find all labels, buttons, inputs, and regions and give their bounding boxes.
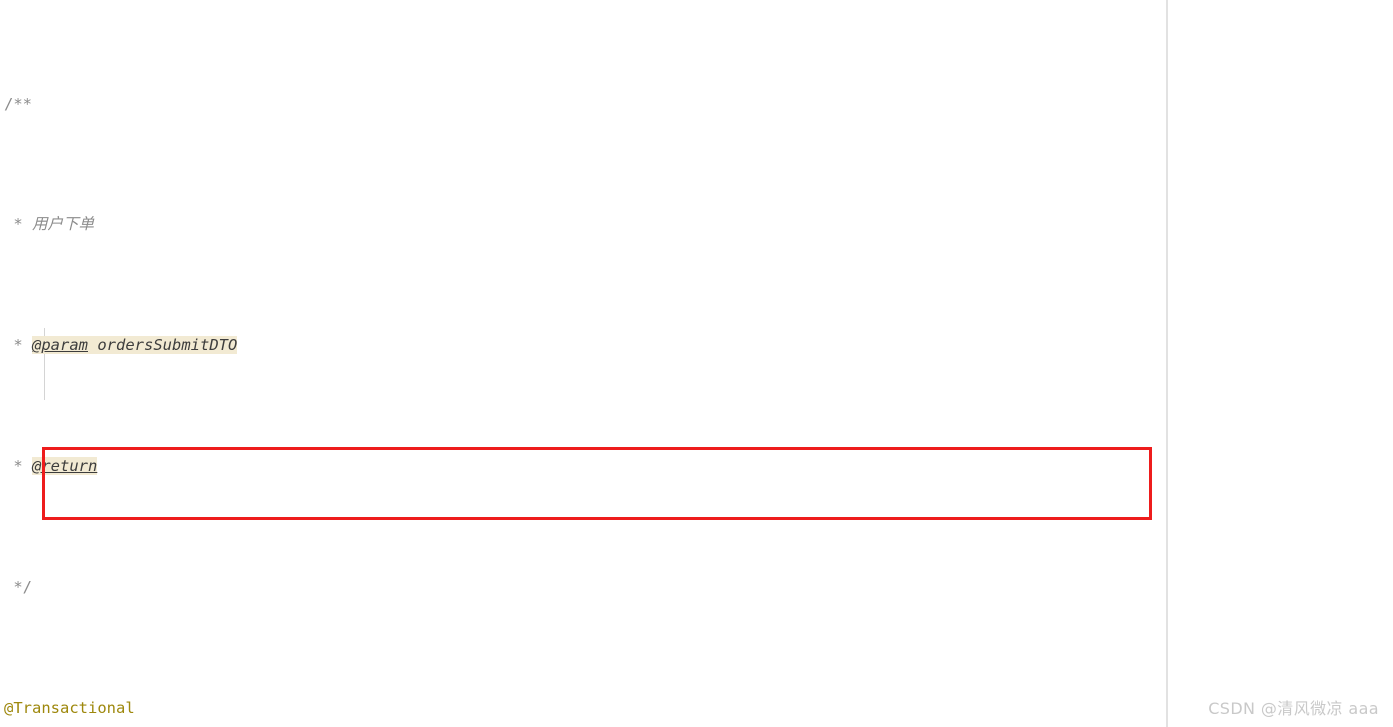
javadoc-param-space (88, 336, 98, 355)
javadoc-description: 用户下单 (32, 215, 95, 234)
code-editor-pane[interactable]: /** * 用户下单 * @param ordersSubmitDTO * @r… (0, 0, 1166, 727)
javadoc-star: * (4, 336, 32, 355)
javadoc-close: */ (4, 577, 32, 596)
javadoc-return-tag: @return (32, 457, 98, 475)
code-line-1: /** (4, 89, 1068, 119)
javadoc-star: * (4, 215, 32, 234)
javadoc-param-name: ordersSubmitDTO (97, 336, 238, 355)
source-code[interactable]: /** * 用户下单 * @param ordersSubmitDTO * @r… (4, 0, 1068, 727)
javadoc-star: * (4, 457, 32, 475)
code-line-6: @Transactional (4, 693, 1068, 723)
right-side-pane (1168, 0, 1393, 727)
javadoc-open: /** (4, 94, 32, 113)
code-line-5: */ (4, 572, 1068, 602)
screenshot-root: /** * 用户下单 * @param ordersSubmitDTO * @r… (0, 0, 1393, 727)
csdn-watermark: CSDN @清风微凉 aaa (1208, 699, 1379, 718)
code-line-2: * 用户下单 (4, 209, 1068, 239)
code-line-3: * @param ordersSubmitDTO (4, 330, 1068, 360)
transactional-annotation: @Transactional (4, 698, 135, 717)
code-line-4: * @return (4, 451, 1068, 481)
javadoc-param-tag: @param (32, 336, 88, 355)
